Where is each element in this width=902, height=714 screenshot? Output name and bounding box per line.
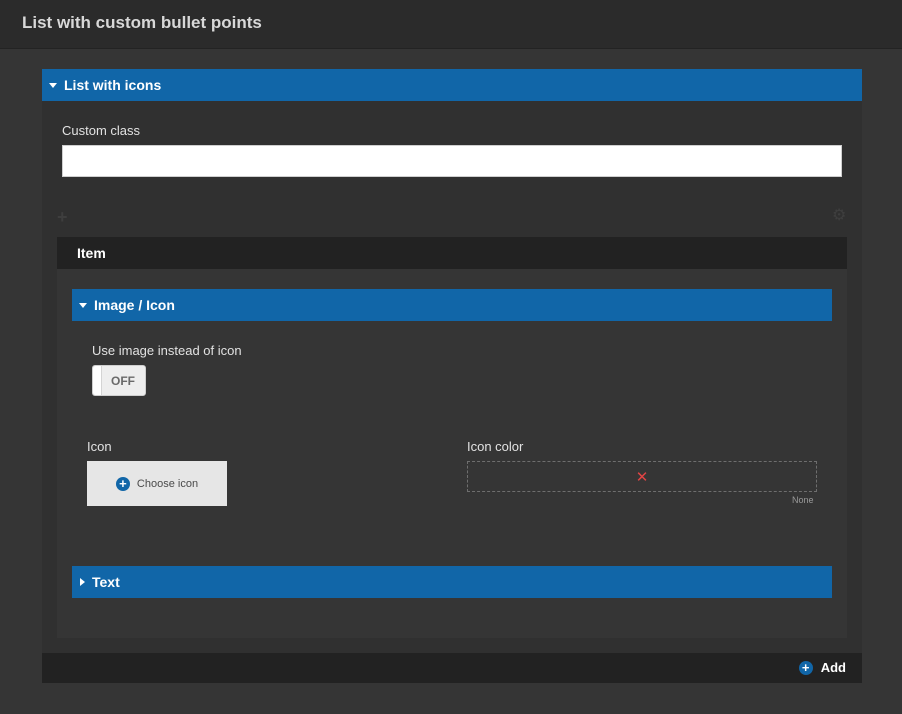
use-image-toggle[interactable]: OFF: [92, 365, 146, 396]
toggle-state: OFF: [111, 374, 135, 388]
list-footer: + Add: [42, 653, 862, 683]
add-icon[interactable]: +: [57, 208, 68, 226]
icon-label: Icon: [87, 439, 112, 454]
chevron-down-icon: [79, 302, 87, 308]
add-label: Add: [820, 660, 846, 675]
item-title: Item: [77, 245, 106, 261]
choose-icon-button[interactable]: + Choose icon: [87, 461, 227, 506]
section-label: List with icons: [64, 77, 162, 93]
toggle-knob: [93, 366, 102, 395]
icon-color-picker[interactable]: ✕: [467, 461, 817, 492]
list-with-icons-section-toggle[interactable]: List with icons: [42, 69, 862, 101]
gear-icon[interactable]: ⚙: [832, 208, 846, 224]
add-circle-icon: +: [115, 476, 130, 491]
clear-color-icon: ✕: [635, 468, 649, 486]
panel-header: List with custom bullet points: [0, 0, 902, 49]
choose-icon-label: Choose icon: [136, 477, 199, 490]
use-image-label: Use image instead of icon: [92, 343, 242, 358]
icon-color-label: Icon color: [467, 439, 524, 454]
chevron-down-icon: [49, 82, 57, 88]
add-item-button[interactable]: + Add: [798, 660, 846, 675]
editor-window: List with custom bullet points List with…: [0, 0, 902, 714]
chevron-right-icon: [80, 578, 85, 586]
icon-color-value: None: [792, 495, 814, 505]
custom-class-input[interactable]: [62, 145, 842, 177]
text-section-toggle[interactable]: Text: [72, 566, 832, 598]
item-header[interactable]: Item: [57, 237, 847, 269]
add-circle-icon: +: [798, 660, 813, 675]
image-icon-section-toggle[interactable]: Image / Icon: [72, 289, 832, 321]
section-label: Text: [92, 574, 120, 590]
custom-class-label: Custom class: [62, 123, 141, 138]
panel-title: List with custom bullet points: [22, 13, 262, 32]
section-label: Image / Icon: [94, 297, 175, 313]
